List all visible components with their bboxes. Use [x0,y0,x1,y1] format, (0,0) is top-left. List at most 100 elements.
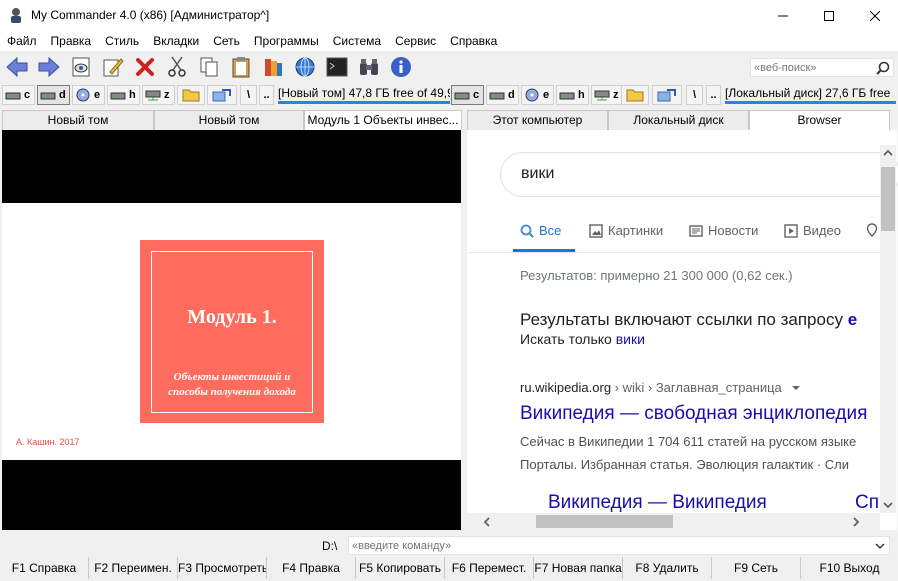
right-tab-1[interactable]: Этот компьютер [467,110,608,130]
f3-view-button[interactable]: F3 Просмотреть [178,557,267,579]
f2-rename-button[interactable]: F2 Переимен. [89,557,178,579]
menu-edit[interactable]: Правка [44,31,99,51]
find-button[interactable] [356,54,382,80]
edit-button[interactable] [100,54,126,80]
command-box[interactable] [348,536,890,555]
right-tab-3[interactable]: Browser [749,110,890,130]
browser-search-input[interactable] [521,165,821,183]
browser-tab-all[interactable]: Все [520,223,561,238]
sitelink-1[interactable]: Википедия — Википедия [548,492,767,514]
maximize-button[interactable] [806,0,852,31]
copy-button[interactable] [196,54,222,80]
f1-help-button[interactable]: F1 Справка [0,557,89,579]
browser-search-box[interactable] [500,152,898,197]
drive-icon [40,92,56,100]
left-drive-h-button[interactable]: h [107,85,140,105]
menu-system[interactable]: Система [326,31,388,51]
f8-delete-button[interactable]: F8 Удалить [623,557,712,579]
right-drive-d-button[interactable]: d [486,85,519,105]
right-root-button[interactable]: \ [686,85,703,105]
search-only-link[interactable]: вики [616,331,645,347]
horizontal-scrollbar[interactable] [467,513,880,530]
right-drive-e-button[interactable]: e [521,85,554,105]
web-search-input[interactable] [751,59,869,76]
console-button[interactable] [324,54,350,80]
maximize-icon [824,10,834,21]
back-button[interactable] [4,54,30,80]
terminal-icon [326,57,348,77]
right-up-button[interactable]: .. [706,85,721,105]
left-folder-button[interactable] [177,85,205,105]
right-drive-info: [Локальный диск] 27,6 ГБ free [725,87,896,104]
f7-new-folder-button[interactable]: F7 Новая папка [534,557,623,579]
command-input[interactable] [349,537,869,554]
go-arrow-icon [212,89,231,102]
video-icon [784,223,798,238]
menu-help[interactable]: Справка [443,31,504,51]
close-button[interactable] [852,0,898,31]
archive-button[interactable] [260,54,286,80]
left-root-button[interactable]: \ [240,85,257,105]
right-drive-h-button[interactable]: h [556,85,589,105]
browser-tab-news[interactable]: Новости [689,223,758,238]
info-button[interactable] [388,54,414,80]
drive-icon [5,92,21,100]
caret-down-icon[interactable] [791,384,801,392]
browser-tab-images[interactable]: Картинки [589,223,663,238]
left-drive-z-button[interactable]: z [142,85,175,105]
chevron-down-icon[interactable] [875,543,885,550]
menu-file[interactable]: Файл [0,31,44,51]
left-up-button[interactable]: .. [259,85,274,105]
menu-service[interactable]: Сервис [388,31,443,51]
menu-style[interactable]: Стиль [98,31,146,51]
archive-books-icon [265,59,282,76]
right-folder-button[interactable] [621,85,649,105]
scroll-up-icon[interactable] [883,149,893,156]
paste-button[interactable] [228,54,254,80]
browser-tab-separator [467,252,881,253]
cut-button[interactable] [164,54,190,80]
slide-author: А. Кашин. 2017 [16,437,80,447]
left-tab-2[interactable]: Новый том [154,110,304,130]
scroll-left-icon[interactable] [483,517,490,527]
horizontal-scroll-thumb[interactable] [536,515,673,528]
scroll-down-icon[interactable] [883,502,893,509]
globe-icon [295,57,315,77]
menu-programs[interactable]: Программы [247,31,326,51]
f6-move-button[interactable]: F6 Перемест. [445,557,534,579]
title-bar: My Commander 4.0 (x86) [Администратор^] [0,0,898,31]
right-drive-z-button[interactable]: z [591,85,624,105]
browser-tab-video[interactable]: Видео [784,223,841,238]
menu-tabs[interactable]: Вкладки [146,31,206,51]
vertical-scroll-thumb[interactable] [881,167,895,231]
forward-button[interactable] [36,54,62,80]
right-tab-2[interactable]: Локальный диск [608,110,749,130]
f9-network-button[interactable]: F9 Сеть [712,557,801,579]
left-tab-3[interactable]: Модуль 1 Объекты инвес... [304,110,462,130]
scroll-right-icon[interactable] [853,517,860,527]
sitelink-2[interactable]: Сп [855,492,879,514]
delete-button[interactable] [132,54,158,80]
browser-tab-maps[interactable] [866,223,878,237]
left-tab-1[interactable]: Новый том [2,110,154,130]
f4-edit-button[interactable]: F4 Правка [267,557,356,579]
right-go-button[interactable] [652,85,682,105]
right-drive-c-button[interactable]: c [451,85,484,105]
f5-copy-button[interactable]: F5 Копировать [356,557,445,579]
left-drive-e-button[interactable]: e [72,85,105,105]
minimize-button[interactable] [760,0,806,31]
menu-network[interactable]: Сеть [206,31,247,51]
network-button[interactable] [292,54,318,80]
search-only-notice: Искать только вики [520,331,645,347]
left-drive-bar: c d e h z \ .. [Новый том] 47,8 ГБ free … [2,84,450,106]
network-drive-icon [594,90,610,101]
f10-exit-button[interactable]: F10 Выход [801,557,898,579]
result-title-link[interactable]: Википедия — свободная энциклопедия [520,403,867,425]
result-count: Результатов: примерно 21 300 000 (0,62 с… [520,268,793,283]
left-go-button[interactable] [207,85,237,105]
web-search-box[interactable] [750,58,894,77]
search-icon[interactable] [876,61,890,75]
left-drive-c-button[interactable]: c [2,85,35,105]
left-drive-d-button[interactable]: d [37,85,70,105]
view-button[interactable] [68,54,94,80]
